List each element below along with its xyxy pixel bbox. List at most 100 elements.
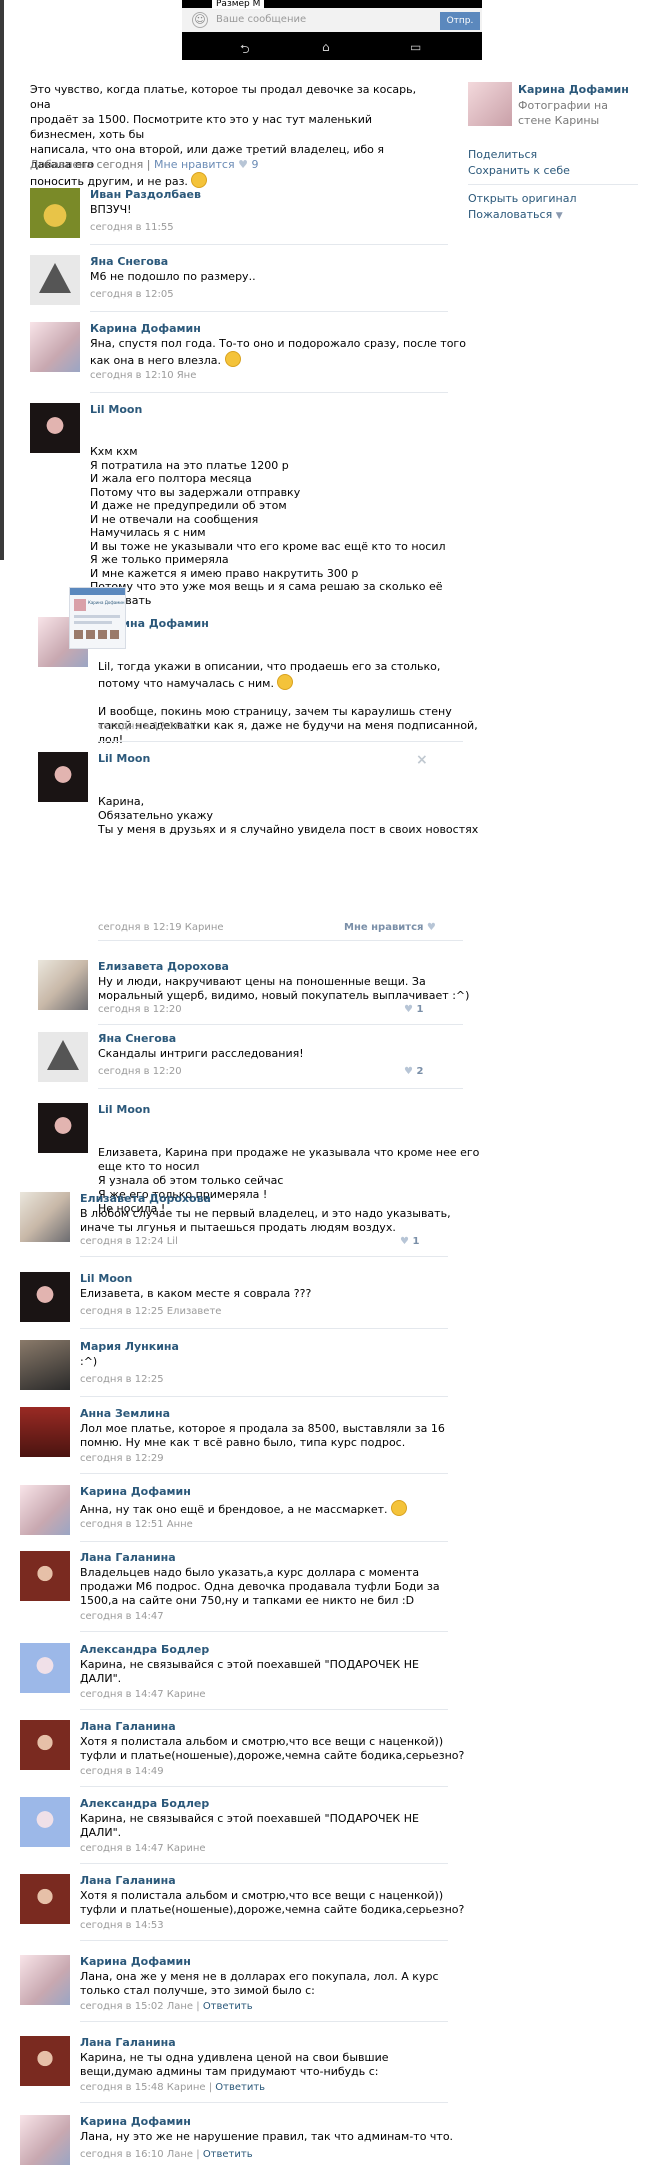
comment-author[interactable]: Карина Дофамин [90,322,201,335]
comment-author[interactable]: Карина Дофамин [80,2115,191,2128]
post-like-button[interactable]: Мне нравится ♥ 9 [154,158,258,171]
comment-author[interactable]: Лана Галанина [80,1874,176,1887]
avatar[interactable] [20,1720,70,1770]
attached-screenshot-image[interactable]: Карина Дофамин [69,587,126,649]
avatar[interactable] [30,322,80,372]
comment-author[interactable]: Лана Галанина [80,1720,176,1733]
comment-author[interactable]: Елизавета Дорохова [80,1192,211,1205]
comment-date[interactable]: сегодня в 12:16 Lil [98,721,196,732]
comment-text: Лана, ну это же не нарушение правил, так… [80,2130,454,2143]
avatar[interactable] [20,1340,70,1390]
avatar[interactable] [20,1272,70,1322]
comment-divider [80,1473,448,1474]
comment-text: Кхм кхм Я потратила на это платье 1200 рИ… [90,445,446,607]
comment-author[interactable]: Мария Лункина [80,1340,179,1353]
reply-link[interactable]: Ответить [203,2149,253,2160]
avatar[interactable] [38,1032,88,1082]
open-original-link[interactable]: Открыть оригинал [468,192,577,205]
avatar[interactable] [38,1103,88,1153]
comment-like-button[interactable]: Мне нравится ♥ [344,922,436,933]
comment-date[interactable]: сегодня в 12:25 [80,1374,164,1385]
comment-like-button[interactable]: ♥ 2 [404,1066,423,1077]
comment-divider [98,1088,463,1089]
avatar[interactable] [20,1874,70,1924]
avatar[interactable] [20,1407,70,1457]
avatar[interactable] [20,2036,70,2086]
comment-author[interactable]: Александра Бодлер [80,1643,209,1656]
comment-date[interactable]: сегодня в 14:47 Карине [80,1843,206,1854]
comment-date[interactable]: сегодня в 14:53 [80,1920,164,1931]
comment-divider [90,392,448,393]
phone-message-input: Ваше сообщение [216,14,307,25]
owner-name-link[interactable]: Карина Дофамин [518,83,629,96]
comment-date[interactable]: сегодня в 12:20 [98,1066,182,1077]
comment-author[interactable]: Карина Дофамин [80,1485,191,1498]
comment-divider [98,1024,463,1025]
comment-date[interactable]: сегодня в 11:55 [90,222,174,233]
smile-icon: ☺ [192,12,208,28]
avatar[interactable] [20,1485,70,1535]
comment-like-button[interactable]: ♥ 1 [400,1236,419,1247]
reply-link[interactable]: Ответить [215,2082,265,2093]
heart-icon: ♥ [238,158,248,171]
avatar[interactable] [30,188,80,238]
comment-divider [80,1863,448,1864]
avatar[interactable] [38,960,88,1010]
post-text: Это чувство, когда платье, которое ты пр… [30,83,417,188]
avatar[interactable] [20,1955,70,2005]
comment-date[interactable]: сегодня в 14:49 [80,1766,164,1777]
owner-subtitle: Фотографии на стене Карины [518,99,608,127]
avatar[interactable] [20,1797,70,1847]
comment-author[interactable]: Иван Раздолбаев [90,188,201,201]
comment-date[interactable]: сегодня в 12:10 Яне [90,370,196,381]
comment-author[interactable]: Lil Moon [98,1103,150,1116]
avatar[interactable] [20,1643,70,1693]
comment-author[interactable]: Яна Снегова [90,255,168,268]
report-link[interactable]: Пожаловаться ▼ [468,208,563,221]
comment-author[interactable]: Карина Дофамин [80,1955,191,1968]
comment-text: Яна, спустя пол года. То-то оно и подоро… [90,337,466,367]
comment-date[interactable]: сегодня в 12:24 Lil [80,1236,178,1247]
comment-date[interactable]: сегодня в 14:47 Карине [80,1689,206,1700]
comment-date[interactable]: сегодня в 12:20 [98,1004,182,1015]
comment-date[interactable]: сегодня в 12:25 Елизавете [80,1306,221,1317]
comment-date[interactable]: сегодня в 12:05 [90,289,174,300]
comment-like-button[interactable]: ♥ 1 [404,1004,423,1015]
comment-text: Карина, не связывайся с этой поехавшей "… [80,1658,419,1685]
comment-date[interactable]: сегодня в 15:02 Лане | Ответить [80,2001,253,2012]
comment-author[interactable]: Lil Moon [90,403,142,416]
comment-text: Хотя я полистала альбом и смотрю,что все… [80,1889,465,1916]
comment-text: Лана, она же у меня не в долларах его по… [80,1970,439,1997]
avatar[interactable] [20,1551,70,1601]
reply-link[interactable]: Ответить [203,2001,253,2012]
comment-author[interactable]: Александра Бодлер [80,1797,209,1810]
comment-author[interactable]: Лана Галанина [80,1551,176,1564]
owner-avatar[interactable] [468,82,512,126]
avatar[interactable] [38,752,88,802]
comment-author[interactable]: Лана Галанина [80,2036,176,2049]
avatar[interactable] [30,403,80,453]
comment-date[interactable]: сегодня в 14:47 [80,1611,164,1622]
avatar[interactable] [20,2115,70,2165]
comment-author[interactable]: Lil Moon [98,752,150,765]
comment-date[interactable]: сегодня в 16:10 Лане | Ответить [80,2149,253,2160]
comment-text: :^) [80,1355,98,1368]
comment-author[interactable]: Анна Землина [80,1407,170,1420]
avatar[interactable] [30,255,80,305]
comment-author[interactable]: Lil Moon [80,1272,132,1285]
comment-date[interactable]: сегодня в 15:48 Карине | Ответить [80,2082,265,2093]
comment-author[interactable]: Яна Снегова [98,1032,176,1045]
comment-text: Владельцев надо было указать,а курс долл… [80,1566,440,1607]
home-icon: ⌂ [322,40,330,54]
save-link[interactable]: Сохранить к себе [468,164,570,177]
close-icon[interactable]: × [416,752,428,768]
comment-date[interactable]: сегодня в 12:29 [80,1453,164,1464]
share-link[interactable]: Поделиться [468,148,537,161]
phone-subtitle: Размер М [212,0,265,9]
comment-author[interactable]: Елизавета Дорохова [98,960,229,973]
comment-divider [80,1786,448,1787]
avatar[interactable] [20,1192,70,1242]
sidebar-divider [468,184,638,185]
comment-date[interactable]: сегодня в 12:19 Карине [98,922,224,933]
comment-date[interactable]: сегодня в 12:51 Анне [80,1519,193,1530]
